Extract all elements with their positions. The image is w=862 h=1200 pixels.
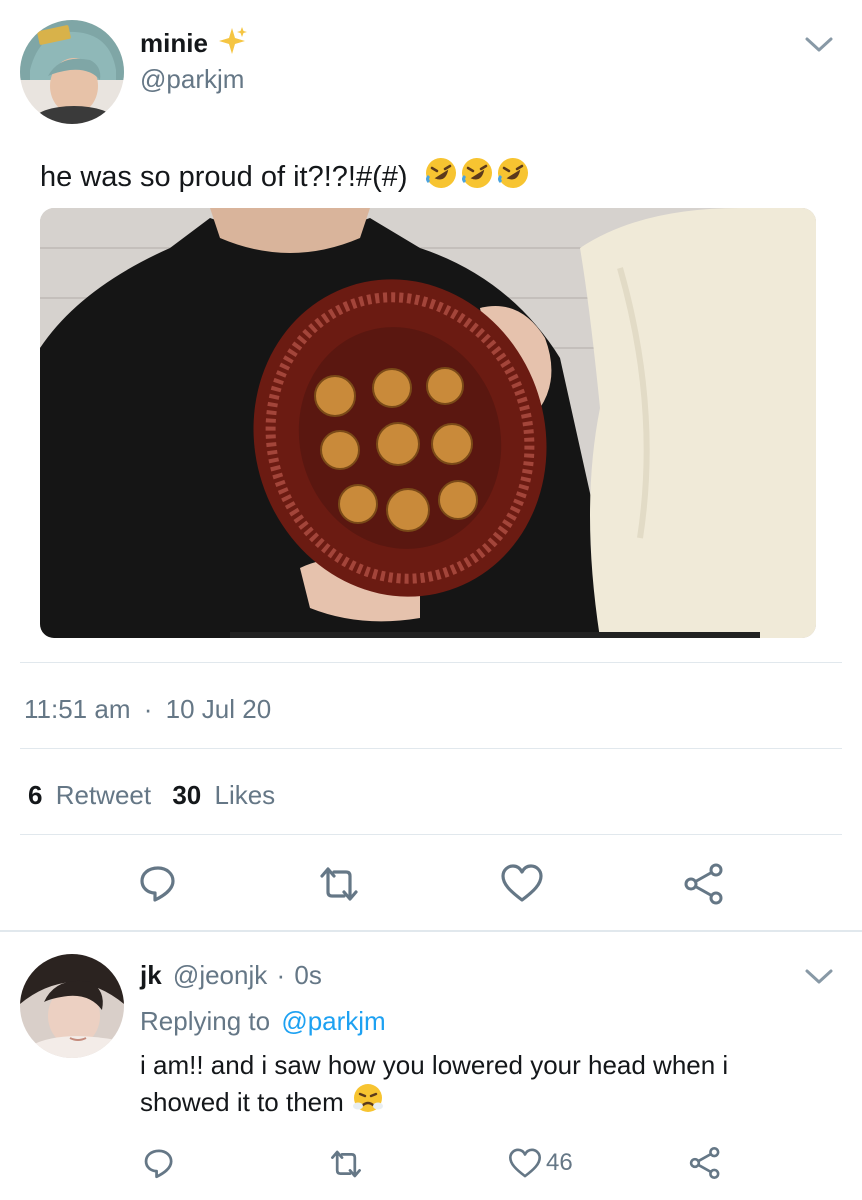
tweet-stats: 6 Retweet 30 Likes xyxy=(28,780,275,811)
author-name[interactable]: minie xyxy=(140,28,208,59)
like-button[interactable] xyxy=(500,862,544,904)
face-with-steam-from-nose-emoji xyxy=(352,1082,384,1122)
tweet-text: he was so proud of it?!?!#(#) xyxy=(40,156,530,198)
reply-text: i am!! and i saw how you lowered your he… xyxy=(140,1048,820,1122)
tweet-timestamp[interactable]: 11:51 am · 10 Jul 20 xyxy=(24,694,271,725)
retweet-label: Retweet xyxy=(55,780,152,810)
sparkles-icon xyxy=(218,26,248,56)
reply-icon xyxy=(144,1149,173,1179)
reply-reply-button[interactable] xyxy=(142,1146,176,1180)
reply-text-line1: i am!! and i saw how you lowered your he… xyxy=(140,1050,729,1080)
heart-icon xyxy=(501,864,543,902)
rolling-on-floor-laughing-emoji xyxy=(460,156,494,198)
reply-icon xyxy=(140,866,175,902)
reply-author-name[interactable]: jk xyxy=(140,960,162,990)
tweet-time: 11:51 am xyxy=(24,694,131,724)
share-button[interactable] xyxy=(682,862,726,906)
likes-label: Likes xyxy=(214,780,276,810)
tweet-text-content: he was so proud of it?!?!#(#) xyxy=(40,160,408,193)
reply-like-count: 46 xyxy=(546,1149,573,1176)
likes-stat[interactable]: 30 Likes xyxy=(172,780,275,810)
divider xyxy=(20,662,842,663)
reply-share-button[interactable] xyxy=(688,1146,722,1180)
meta-separator: · xyxy=(143,694,153,724)
author-handle[interactable]: @parkjm xyxy=(140,64,244,95)
tweet-photo[interactable] xyxy=(40,208,816,638)
retweet-stat[interactable]: 6 Retweet xyxy=(28,780,158,810)
retweet-icon xyxy=(320,867,358,901)
replying-prefix: Replying to xyxy=(140,1006,271,1036)
divider xyxy=(20,834,842,835)
meta-separator: · xyxy=(276,960,286,990)
share-icon xyxy=(689,1147,720,1179)
likes-count: 30 xyxy=(172,780,202,810)
divider xyxy=(20,748,842,749)
divider xyxy=(0,930,862,932)
reply-retweet-button[interactable] xyxy=(326,1148,366,1180)
rolling-on-floor-laughing-emoji xyxy=(496,156,530,198)
chevron-down-icon[interactable] xyxy=(804,966,834,986)
retweet-button[interactable] xyxy=(314,864,364,904)
heart-icon xyxy=(509,1148,541,1178)
reply-like-button[interactable]: 46 xyxy=(508,1146,573,1180)
reply-button[interactable] xyxy=(137,862,179,904)
reply-header: jk @jeonjk · 0s xyxy=(140,960,322,991)
chevron-down-icon[interactable] xyxy=(804,34,834,54)
replying-to-handle[interactable]: @parkjm xyxy=(281,1006,385,1036)
rolling-on-floor-laughing-emoji xyxy=(424,156,458,198)
replying-to: Replying to @parkjm xyxy=(140,1006,386,1037)
author-avatar[interactable] xyxy=(20,20,124,124)
reply-time: 0s xyxy=(294,960,322,990)
reply-text-line2: showed it to them xyxy=(140,1087,344,1117)
reply-author-avatar[interactable] xyxy=(20,954,124,1058)
retweet-icon xyxy=(331,1150,361,1178)
reply-author-handle[interactable]: @jeonjk xyxy=(173,960,267,990)
tweet-date: 10 Jul 20 xyxy=(165,694,272,724)
retweet-count: 6 xyxy=(28,780,43,810)
share-icon xyxy=(684,863,723,905)
